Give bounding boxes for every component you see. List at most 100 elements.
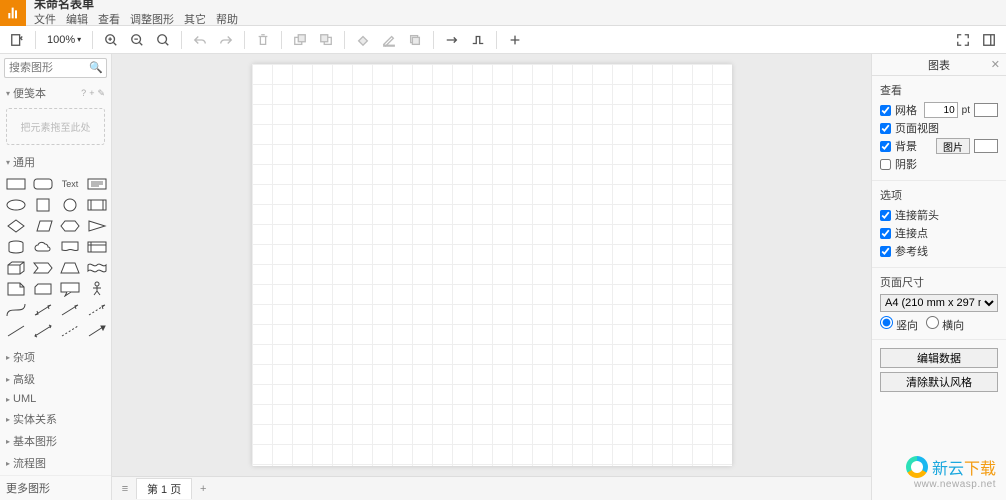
background-image-button[interactable]: 图片 (936, 138, 970, 154)
shadow-icon[interactable] (404, 29, 426, 51)
category-flowchart[interactable]: 流程图 (0, 452, 111, 474)
arrows-checkbox[interactable] (880, 210, 891, 221)
connection-icon[interactable] (441, 29, 463, 51)
format-panel-icon[interactable] (978, 29, 1000, 51)
shape-text[interactable]: Text (58, 175, 82, 193)
grid-checkbox[interactable] (880, 105, 891, 116)
page-tab-1[interactable]: 第 1 页 (136, 478, 192, 499)
shape-step[interactable] (31, 259, 55, 277)
shape-diamond[interactable] (4, 217, 28, 235)
watermark-url: www.newasp.net (906, 479, 996, 490)
menu-view[interactable]: 查看 (98, 11, 120, 27)
shape-textbox[interactable] (85, 175, 109, 193)
separator (92, 31, 93, 49)
shape-rounded[interactable] (31, 175, 55, 193)
pageview-checkbox[interactable] (880, 123, 891, 134)
scratchpad-dropzone[interactable]: 把元素拖至此处 (6, 108, 105, 145)
shape-process[interactable] (85, 196, 109, 214)
close-icon[interactable]: ✕ (991, 58, 1000, 71)
line-color-icon[interactable] (378, 29, 400, 51)
shape-hexagon[interactable] (58, 217, 82, 235)
pages-menu-icon[interactable]: ≡ (116, 480, 134, 498)
shape-actor[interactable] (85, 280, 109, 298)
watermark: 新云下载 www.newasp.net (906, 455, 996, 490)
menu-edit[interactable]: 编辑 (66, 11, 88, 27)
zoom-level[interactable]: 100%▾ (43, 34, 85, 46)
shape-triangle[interactable] (85, 217, 109, 235)
to-front-icon[interactable] (289, 29, 311, 51)
waypoints-icon[interactable] (467, 29, 489, 51)
scratchpad-help-icon[interactable]: ? (81, 88, 86, 98)
background-checkbox[interactable] (880, 141, 891, 152)
grid-size-input[interactable] (924, 102, 958, 118)
delete-icon[interactable] (252, 29, 274, 51)
category-advanced[interactable]: 高级 (0, 368, 111, 390)
shapes-palette: Text (0, 173, 111, 346)
canvas-page[interactable] (252, 64, 732, 466)
undo-icon[interactable] (189, 29, 211, 51)
guides-checkbox[interactable] (880, 246, 891, 257)
shape-cube[interactable] (4, 259, 28, 277)
points-checkbox[interactable] (880, 228, 891, 239)
add-page-icon[interactable]: + (194, 480, 212, 498)
shape-cylinder[interactable] (4, 238, 28, 256)
category-misc[interactable]: 杂项 (0, 346, 111, 368)
menu-help[interactable]: 帮助 (216, 11, 238, 27)
redo-icon[interactable] (215, 29, 237, 51)
shape-thick-arrow[interactable] (85, 322, 109, 340)
shape-tape[interactable] (85, 259, 109, 277)
shadow-checkbox[interactable] (880, 159, 891, 170)
portrait-radio[interactable]: 竖向 (880, 316, 918, 333)
scratchpad-header[interactable]: 便笺本 ? + ✎ (0, 82, 111, 104)
zoom-in-icon[interactable] (100, 29, 122, 51)
zoom-out-icon[interactable] (126, 29, 148, 51)
shape-dashed-line[interactable] (58, 322, 82, 340)
shape-bidir-arrow[interactable] (31, 301, 55, 319)
category-er[interactable]: 实体关系 (0, 408, 111, 430)
shape-arrow[interactable] (58, 301, 82, 319)
fullscreen-icon[interactable] (952, 29, 974, 51)
shape-document[interactable] (58, 238, 82, 256)
shape-curve[interactable] (4, 301, 28, 319)
shape-trapezoid[interactable] (58, 259, 82, 277)
shape-internal-storage[interactable] (85, 238, 109, 256)
add-icon[interactable] (504, 29, 526, 51)
shape-dashed-arrow[interactable] (85, 301, 109, 319)
shape-ellipse[interactable] (4, 196, 28, 214)
shape-bidir-line[interactable] (31, 322, 55, 340)
shape-line[interactable] (4, 322, 28, 340)
options-section-title: 选项 (880, 187, 998, 203)
background-color-swatch[interactable] (974, 139, 998, 153)
shape-card[interactable] (31, 280, 55, 298)
search-icon: 🔍 (89, 61, 103, 74)
shape-cloud[interactable] (31, 238, 55, 256)
landscape-radio[interactable]: 横向 (926, 316, 964, 333)
shape-parallelogram[interactable] (31, 217, 55, 235)
document-title[interactable]: 未命名表单 (34, 0, 238, 11)
category-basic[interactable]: 基本图形 (0, 430, 111, 452)
edit-data-button[interactable]: 编辑数据 (880, 348, 998, 368)
scratchpad-add-icon[interactable]: + (89, 88, 94, 98)
category-uml[interactable]: UML (0, 390, 111, 408)
shape-note[interactable] (4, 280, 28, 298)
menu-arrange[interactable]: 调整图形 (130, 11, 174, 27)
menu-extras[interactable]: 其它 (184, 11, 206, 27)
more-shapes[interactable]: 更多图形 (0, 475, 111, 500)
shape-square[interactable] (31, 196, 55, 214)
menu-file[interactable]: 文件 (34, 11, 56, 27)
grid-color-swatch[interactable] (974, 103, 998, 117)
shadow-label: 阴影 (895, 156, 998, 172)
page-layout-button[interactable] (6, 29, 28, 51)
shape-rect[interactable] (4, 175, 28, 193)
pagesize-section-title: 页面尺寸 (880, 274, 998, 290)
fill-color-icon[interactable] (352, 29, 374, 51)
menu-bar: 文件 编辑 查看 调整图形 其它 帮助 (34, 11, 238, 27)
shape-callout[interactable] (58, 280, 82, 298)
pagesize-select[interactable]: A4 (210 mm x 297 mm) (880, 294, 998, 312)
shape-circle[interactable] (58, 196, 82, 214)
reset-style-button[interactable]: 清除默认风格 (880, 372, 998, 392)
to-back-icon[interactable] (315, 29, 337, 51)
scratchpad-edit-icon[interactable]: ✎ (97, 88, 105, 99)
zoom-fit-icon[interactable] (152, 29, 174, 51)
general-header[interactable]: 通用 (0, 151, 111, 173)
